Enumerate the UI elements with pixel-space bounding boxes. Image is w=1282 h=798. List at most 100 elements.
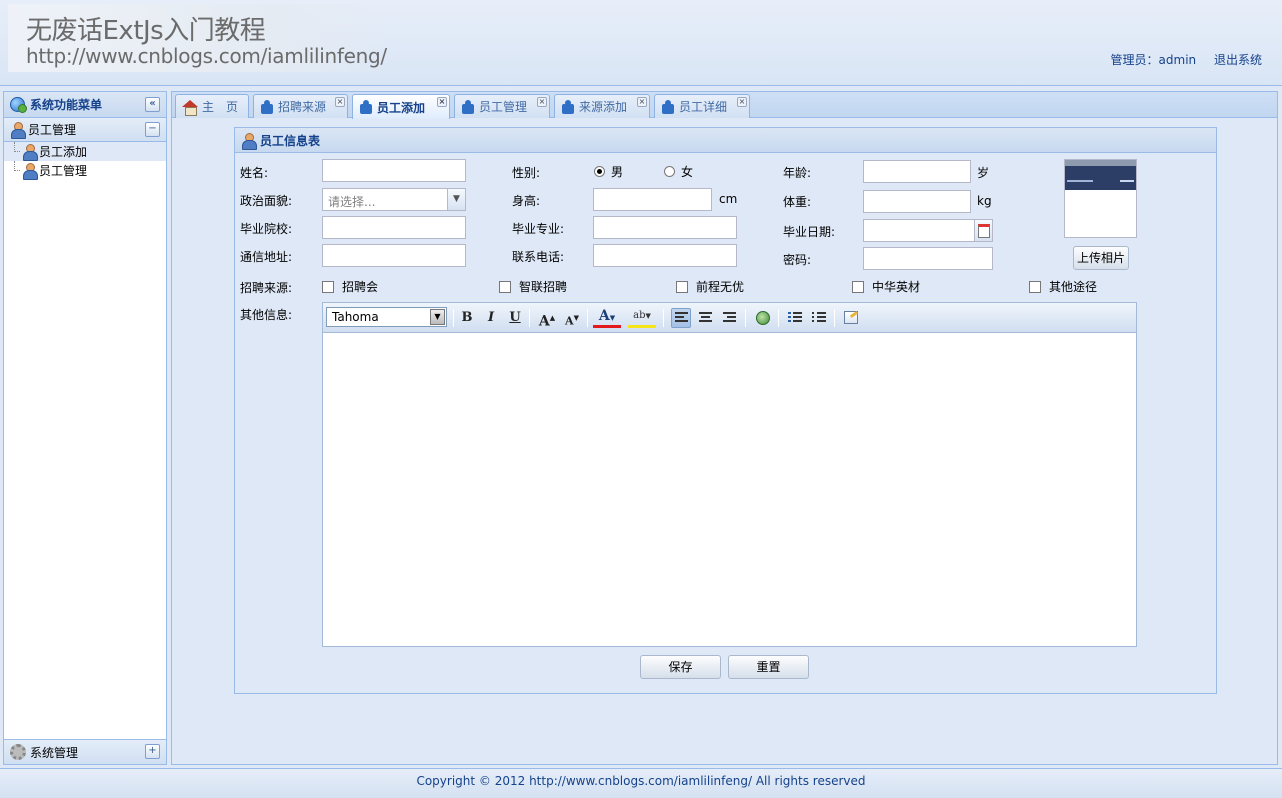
puzzle-icon: [260, 99, 274, 114]
admin-label: 管理员：admin: [1110, 53, 1197, 67]
gender-female-radio[interactable]: 女: [664, 163, 693, 180]
radio-label: 男: [611, 165, 624, 179]
expand-section-button[interactable]: +: [145, 744, 160, 759]
user-info: 管理员：admin 退出系统: [1107, 51, 1262, 68]
gear-icon: [10, 744, 26, 760]
source-checkbox-51job[interactable]: 前程无优: [676, 278, 744, 295]
school-field[interactable]: [322, 216, 466, 239]
puzzle-icon: [461, 99, 475, 114]
close-icon[interactable]: ×: [537, 97, 547, 107]
logout-link[interactable]: 退出系统: [1214, 53, 1262, 67]
phone-field[interactable]: [593, 244, 737, 267]
shrink-font-icon[interactable]: A▼: [562, 308, 582, 328]
password-label: 密码:: [783, 253, 812, 267]
checkbox-label: 招聘会: [342, 280, 379, 294]
globe-icon: [10, 97, 27, 113]
tree-item-employee-management[interactable]: 员工管理: [4, 161, 166, 180]
password-field[interactable]: [863, 247, 993, 270]
source-checkbox-job-fair[interactable]: 招聘会: [322, 278, 378, 295]
accordion-label: 员工管理: [28, 123, 77, 137]
other-label: 其他信息:: [240, 308, 293, 322]
tab-label: 员工添加: [377, 100, 426, 115]
italic-icon[interactable]: I: [481, 308, 501, 328]
tab-home[interactable]: 主 页: [175, 94, 249, 118]
checkbox-icon: [1029, 280, 1041, 293]
tab-employee-detail[interactable]: 员工详细 ×: [654, 94, 750, 118]
user-icon: [241, 132, 257, 150]
weight-unit: kg: [977, 194, 992, 208]
sidebar-title: 系统功能菜单: [30, 98, 103, 112]
highlight-icon[interactable]: ab▼: [628, 308, 656, 328]
puzzle-icon: [359, 100, 373, 114]
collapse-section-button[interactable]: −: [145, 122, 160, 137]
name-field[interactable]: [322, 159, 466, 182]
height-field[interactable]: [593, 188, 712, 211]
form-title: 员工信息表: [260, 133, 321, 148]
sidebar: 系统功能菜单 « 员工管理 − 员工添加 员工管理 系统管理 +: [3, 91, 167, 765]
tab-employee-management[interactable]: 员工管理 ×: [454, 94, 550, 118]
accordion-employee-management[interactable]: 员工管理 −: [4, 118, 166, 142]
tree-item-label: 员工管理: [39, 164, 88, 178]
bold-icon[interactable]: B: [457, 308, 477, 328]
close-icon[interactable]: ×: [637, 97, 647, 107]
editor-toolbar: Tahoma ▼ B I U A▲ A▼ A▼ ab▼: [323, 303, 1136, 333]
link-icon[interactable]: [753, 308, 773, 328]
source-checkbox-chinahr[interactable]: 中华英材: [852, 278, 920, 295]
name-label: 姓名:: [240, 166, 269, 180]
tab-employee-add[interactable]: 员工添加 ×: [352, 94, 450, 119]
tab-label: 来源添加: [579, 100, 628, 114]
close-icon[interactable]: ×: [437, 97, 447, 107]
align-left-icon[interactable]: [671, 308, 691, 328]
align-center-icon[interactable]: [696, 308, 716, 328]
bullet-list-icon[interactable]: [809, 308, 829, 328]
puzzle-icon: [561, 99, 575, 114]
age-label: 年龄:: [783, 166, 812, 180]
chevron-down-icon[interactable]: ▼: [447, 189, 465, 210]
address-field[interactable]: [322, 244, 466, 267]
checkbox-icon: [852, 280, 864, 293]
close-icon[interactable]: ×: [335, 97, 345, 107]
checkbox-icon: [499, 280, 511, 293]
checkbox-icon: [676, 280, 688, 293]
tree-item-employee-add[interactable]: 员工添加: [4, 142, 166, 161]
weight-label: 体重:: [783, 195, 812, 209]
gender-male-radio[interactable]: 男: [594, 163, 623, 180]
align-right-icon[interactable]: [720, 308, 740, 328]
political-placeholder: 请选择...: [328, 195, 376, 209]
source-checkbox-other[interactable]: 其他途径: [1029, 278, 1097, 295]
tree-item-label: 员工添加: [39, 145, 88, 159]
close-icon[interactable]: ×: [737, 97, 747, 107]
source-label: 招聘来源:: [240, 281, 293, 295]
main-panel: 主 页 招聘来源 × 员工添加 × 员工管理 × 来源添加 × 员工详细 × 员…: [171, 91, 1278, 765]
reset-button[interactable]: 重置: [728, 655, 809, 679]
user-icon: [10, 122, 26, 139]
age-unit: 岁: [977, 166, 990, 180]
height-label: 身高:: [512, 194, 541, 208]
tab-recruit-source[interactable]: 招聘来源 ×: [253, 94, 348, 118]
checkbox-label: 中华英材: [872, 280, 921, 294]
upload-photo-button[interactable]: 上传相片: [1073, 246, 1129, 270]
calendar-icon[interactable]: [974, 220, 992, 241]
source-edit-icon[interactable]: [841, 308, 861, 328]
tab-label: 员工管理: [479, 100, 528, 114]
ordered-list-icon[interactable]: [785, 308, 805, 328]
source-checkbox-zhaopin[interactable]: 智联招聘: [499, 278, 567, 295]
accordion-system-management[interactable]: 系统管理 +: [4, 739, 166, 764]
tab-source-add[interactable]: 来源添加 ×: [554, 94, 650, 118]
weight-field[interactable]: [863, 190, 971, 213]
grad-date-field[interactable]: [863, 219, 993, 242]
font-color-icon[interactable]: A▼: [593, 308, 621, 328]
collapse-sidebar-button[interactable]: «: [145, 97, 160, 112]
grad-date-label: 毕业日期:: [783, 225, 836, 239]
copyright-text: Copyright © 2012 http://www.cnblogs.com/…: [416, 774, 866, 788]
grow-font-icon[interactable]: A▲: [537, 308, 557, 330]
save-button[interactable]: 保存: [640, 655, 721, 679]
tab-label: 主 页: [202, 100, 239, 114]
political-select[interactable]: 请选择... ▼: [322, 188, 466, 211]
major-field[interactable]: [593, 216, 737, 239]
age-field[interactable]: [863, 160, 971, 183]
underline-icon[interactable]: U: [505, 308, 525, 328]
font-select[interactable]: Tahoma ▼: [326, 307, 447, 327]
footer: Copyright © 2012 http://www.cnblogs.com/…: [0, 768, 1282, 798]
accordion-label: 系统管理: [30, 745, 79, 760]
